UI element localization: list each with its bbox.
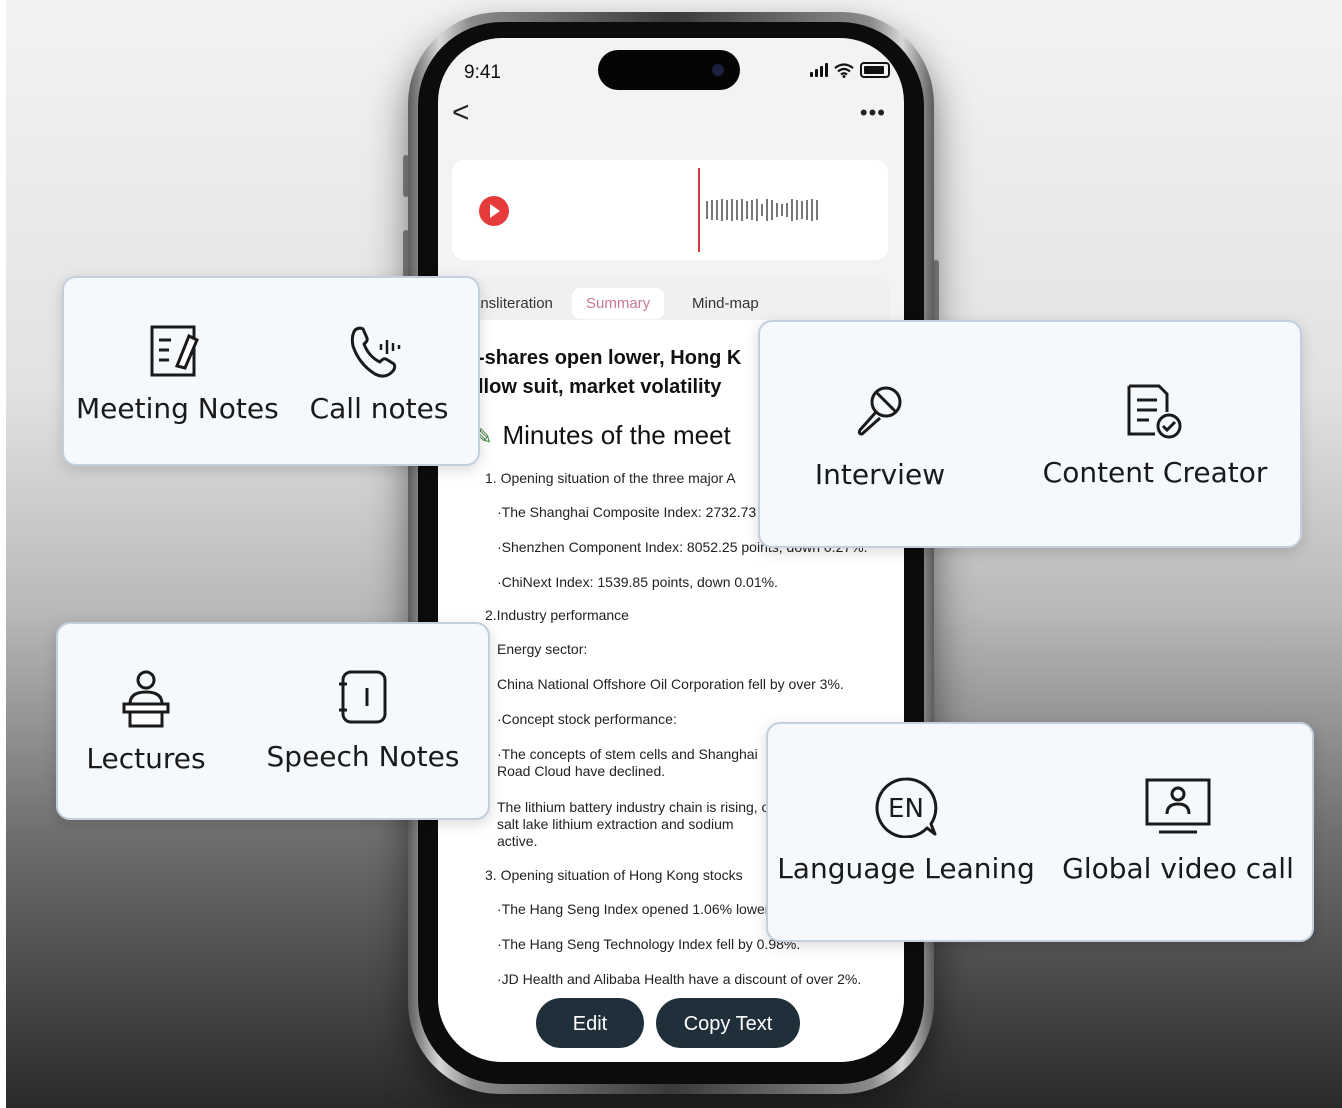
language-learning-label: Language Leaning <box>777 852 1035 885</box>
waveform-bar <box>776 203 778 217</box>
list-item: ·The Hang Seng Technology Index fell by … <box>497 936 801 952</box>
list-item: The lithium battery industry chain is ri… <box>497 799 774 849</box>
audio-player <box>452 160 888 260</box>
feature-card-global: EN Language Leaning Global video call <box>766 722 1314 942</box>
feature-speech-notes[interactable]: Speech Notes <box>258 668 468 773</box>
playhead[interactable] <box>698 168 700 252</box>
microphone-icon <box>857 386 902 436</box>
waveform-bar <box>786 203 788 217</box>
waveform-bar <box>811 199 813 221</box>
video-call-icon <box>1145 778 1211 834</box>
svg-text:EN: EN <box>888 794 924 824</box>
notebook-icon <box>339 670 387 724</box>
list-item: ·JD Health and Alibaba Health have a dis… <box>497 971 862 987</box>
tab-mind-map[interactable]: Mind-map <box>678 288 773 319</box>
left-edge <box>0 0 6 1108</box>
list-item: China National Offshore Oil Corporation … <box>497 676 844 692</box>
feature-meeting-notes[interactable]: Meeting Notes <box>76 324 279 425</box>
waveform-bar <box>806 200 808 220</box>
waveform-bar <box>751 200 753 220</box>
list-item: ·The Hang Seng Index opened 1.06% lower <box>497 901 770 917</box>
battery-icon <box>860 62 890 78</box>
feature-card-notes: Meeting Notes Call notes <box>62 276 480 466</box>
status-time: 9:41 <box>464 62 501 83</box>
waveform-bar <box>741 199 743 221</box>
feature-interview[interactable]: Interview <box>790 382 970 491</box>
waveform-bar <box>716 200 718 220</box>
waveform-bar <box>706 201 708 219</box>
interview-label: Interview <box>814 458 946 491</box>
global-video-call-label: Global video call <box>1062 852 1294 885</box>
edit-button[interactable]: Edit <box>536 998 644 1048</box>
more-options-button[interactable]: ••• <box>860 100 886 126</box>
tab-summary[interactable]: Summary <box>572 288 665 319</box>
waveform-bar <box>816 200 818 220</box>
feature-card-speech: Lectures Speech Notes <box>56 622 490 820</box>
waveform-bar <box>721 199 723 221</box>
feature-call-notes[interactable]: Call notes <box>292 324 466 425</box>
tab-bar: ansliteration Summary Mind-map <box>444 278 890 326</box>
meeting-notes-icon <box>150 325 199 377</box>
waveform-bar <box>736 200 738 220</box>
feature-language-learning[interactable]: EN Language Leaning <box>776 776 1036 885</box>
waveform-bar <box>711 200 713 220</box>
waveform-bar <box>761 204 763 216</box>
feature-content-creator[interactable]: Content Creator <box>1030 382 1280 489</box>
waveform-bar <box>801 201 803 219</box>
waveform-bar <box>766 199 768 221</box>
headline-line-2: llow suit, market volatility <box>478 376 722 398</box>
list-item: ·The Shanghai Composite Index: 2732.73 <box>497 504 757 520</box>
call-notes-label: Call notes <box>309 392 449 425</box>
feature-lectures[interactable]: Lectures <box>76 668 216 775</box>
speech-notes-label: Speech Notes <box>266 740 460 773</box>
list-item: ·ChiNext Index: 1539.85 points, down 0.0… <box>497 574 778 590</box>
waveform-bar <box>746 201 748 219</box>
list-item: Energy sector: <box>497 641 588 657</box>
waveform-bar <box>791 199 793 221</box>
waveform-bar <box>756 199 758 221</box>
minutes-title: ✎ Minutes of the meet <box>474 420 731 450</box>
play-button[interactable] <box>479 196 509 226</box>
waveform-bar <box>726 200 728 220</box>
language-en-icon: EN <box>875 777 938 838</box>
dynamic-island <box>598 50 740 90</box>
feature-card-creator: Interview Content Creator <box>758 320 1302 548</box>
wifi-icon <box>834 62 854 78</box>
copy-text-button[interactable]: Copy Text <box>656 998 800 1048</box>
meeting-notes-label: Meeting Notes <box>76 392 279 425</box>
content-creator-label: Content Creator <box>1042 456 1268 489</box>
lecturer-podium-icon <box>122 670 170 728</box>
waveform-bar <box>781 204 783 216</box>
list-item: ·Concept stock performance: <box>497 711 677 727</box>
list-item: ·The concepts of stem cells and Shanghai… <box>497 746 758 779</box>
status-icons <box>810 62 890 78</box>
signal-icon <box>810 63 828 77</box>
lectures-label: Lectures <box>86 742 206 775</box>
waveform-bar <box>796 200 798 220</box>
back-button[interactable]: < <box>452 98 470 128</box>
waveform-bar <box>771 200 773 220</box>
document-check-icon <box>1127 384 1182 439</box>
feature-global-video-call[interactable]: Global video call <box>1058 776 1298 885</box>
headline-line-1: -shares open lower, Hong K <box>478 347 742 369</box>
list-item: 2.Industry performance <box>485 607 629 623</box>
list-item: 3. Opening situation of Hong Kong stocks <box>485 867 743 883</box>
phone-call-icon <box>350 326 401 378</box>
waveform[interactable] <box>706 198 818 222</box>
waveform-bar <box>731 199 733 221</box>
list-item: 1. Opening situation of the three major … <box>485 470 736 486</box>
